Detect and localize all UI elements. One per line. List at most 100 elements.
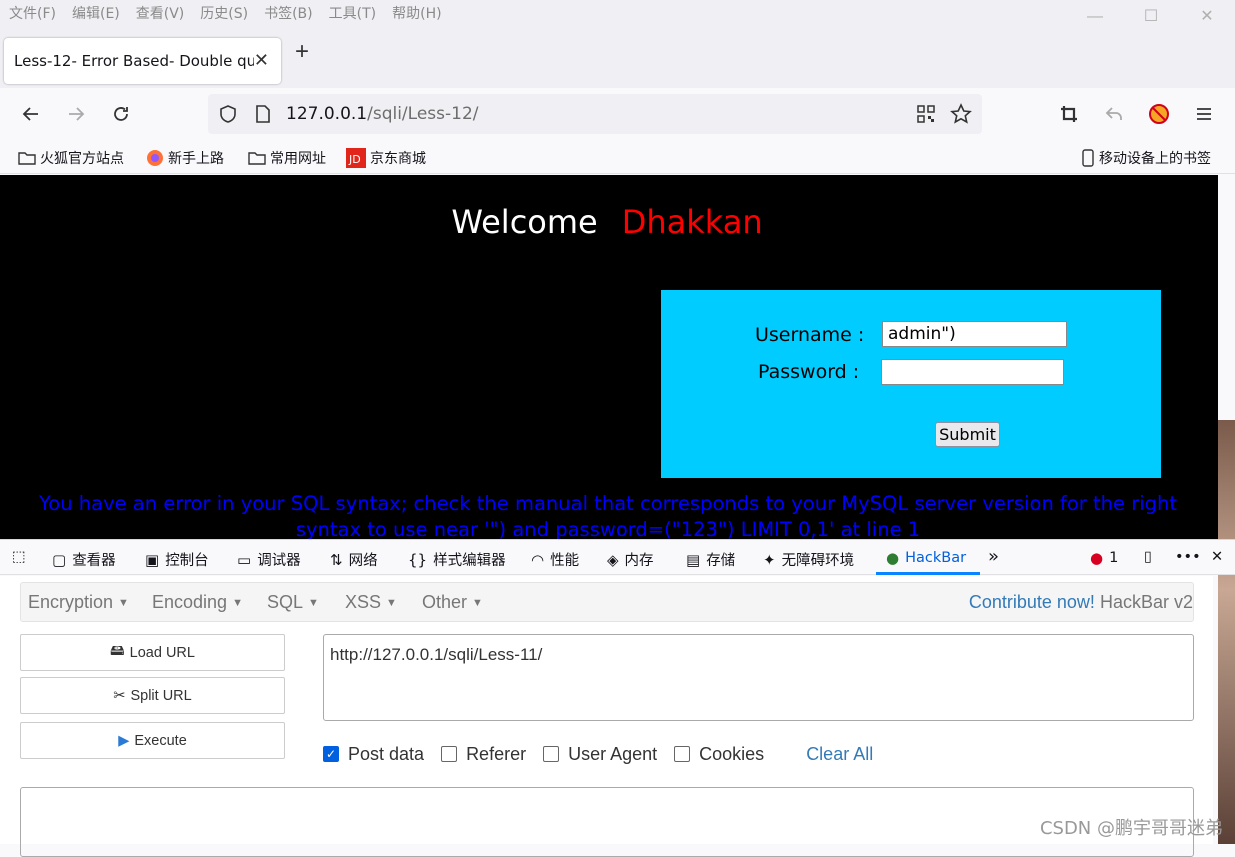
username-input[interactable]: admin") <box>882 321 1067 347</box>
tab-network[interactable]: ⇅ 网络 <box>330 549 378 570</box>
hackbar-panel: Encryption ▼ Encoding ▼ SQL ▼ XSS ▼ Other ▼ C… <box>0 576 1213 857</box>
menu-history[interactable]: 历史(S) <box>200 3 248 23</box>
folder-icon <box>18 152 36 165</box>
checkbox-checked-icon: ✓ <box>323 746 339 762</box>
login-form: Username : admin") Password : Submit <box>661 290 1161 478</box>
tab-accessibility[interactable]: ✦ 无障碍环境 <box>763 549 854 570</box>
tab-memory[interactable]: ◈ 内存 <box>607 549 654 570</box>
new-tab-button[interactable]: + <box>295 40 309 64</box>
hackbar-menu: Encryption ▼ Encoding ▼ SQL ▼ XSS ▼ Other ▼ C… <box>20 582 1194 622</box>
execute-button[interactable]: ▶ Execute <box>20 722 285 759</box>
caret-down-icon: ▼ <box>308 597 319 610</box>
hackbar-icon: ● <box>886 549 900 567</box>
url-host: 127.0.0.1 <box>286 104 368 124</box>
bookmark-item[interactable]: JD 京东商城 <box>346 148 426 168</box>
load-url-button[interactable]: 🖴 Load URL <box>20 634 285 671</box>
folder-icon <box>248 152 266 165</box>
error-count[interactable]: ● 1 <box>1090 549 1118 567</box>
post-data-textarea[interactable] <box>20 787 1194 857</box>
back-icon[interactable] <box>18 101 44 127</box>
caret-down-icon: ▼ <box>386 597 397 610</box>
user-agent-checkbox[interactable]: User Agent <box>543 744 657 765</box>
menu-view[interactable]: 查看(V) <box>136 3 185 23</box>
firefox-icon <box>147 150 163 166</box>
background-photo-edge <box>1218 420 1235 844</box>
overflow-chevrons-icon[interactable]: » <box>988 546 999 567</box>
tab-debugger[interactable]: ▭ 调试器 <box>237 549 301 570</box>
contribute-link[interactable]: Contribute now! <box>969 592 1095 612</box>
menu-help[interactable]: 帮助(H) <box>392 3 441 23</box>
submit-button[interactable]: Submit <box>935 422 1000 447</box>
tab-close-icon[interactable]: ✕ <box>254 50 269 71</box>
undo-icon[interactable] <box>1101 101 1127 127</box>
password-label: Password : <box>758 361 860 383</box>
debugger-icon: ▭ <box>237 550 252 569</box>
picker-icon[interactable]: ⬚ <box>12 549 26 565</box>
tab-style-editor[interactable]: {} 样式编辑器 <box>408 549 506 570</box>
referer-checkbox[interactable]: Referer <box>441 744 526 765</box>
error-icon: ● <box>1090 549 1104 567</box>
tab-bar: Less-12- Error Based- Double quotes ✕ <box>0 26 1235 88</box>
menu-bookmarks[interactable]: 书签(B) <box>264 3 313 23</box>
nav-bar: 127.0.0.1/sqli/Less-12/ <box>0 88 1235 140</box>
extension-blocked-icon[interactable] <box>1146 101 1172 127</box>
caret-down-icon: ▼ <box>118 597 129 610</box>
forward-icon[interactable] <box>63 101 89 127</box>
close-devtools-icon[interactable]: ✕ <box>1211 549 1223 565</box>
checkbox-icon <box>674 746 691 762</box>
cookies-checkbox[interactable]: Cookies <box>674 744 764 765</box>
menu-xss[interactable]: XSS ▼ <box>345 592 397 613</box>
star-icon[interactable] <box>950 103 972 130</box>
menu-tools[interactable]: 工具(T) <box>329 3 376 23</box>
tab-active[interactable]: Less-12- Error Based- Double quotes ✕ <box>4 38 281 84</box>
accessibility-icon: ✦ <box>763 550 776 569</box>
crop-icon[interactable] <box>1056 101 1082 127</box>
scissors-icon: ✂ <box>113 687 126 704</box>
tab-storage[interactable]: ▤ 存储 <box>686 549 735 570</box>
caret-down-icon: ▼ <box>232 597 243 610</box>
sql-error-message: You have an error in your SQL syntax; ch… <box>38 492 1178 539</box>
inspector-icon: ▢ <box>52 550 67 569</box>
url-bar[interactable]: 127.0.0.1/sqli/Less-12/ <box>208 94 982 134</box>
split-url-button[interactable]: ✂ Split URL <box>20 677 285 714</box>
menu-encryption[interactable]: Encryption ▼ <box>28 592 129 613</box>
web-page: Welcome Dhakkan Username : admin") Passwo… <box>0 175 1218 539</box>
menu-sql[interactable]: SQL ▼ <box>267 592 319 613</box>
hackbar-options: ✓ Post data Referer User Agent Cookies Cl… <box>323 742 873 766</box>
qr-code-icon[interactable] <box>916 104 936 129</box>
reload-icon[interactable] <box>108 101 134 127</box>
mobile-icon <box>1082 149 1094 167</box>
tab-title: Less-12- Error Based- Double quotes <box>14 52 254 70</box>
clear-all-link[interactable]: Clear All <box>806 744 873 765</box>
menu-other[interactable]: Other ▼ <box>422 592 483 613</box>
tab-performance[interactable]: ◠ 性能 <box>531 549 579 570</box>
gauge-icon: ◠ <box>531 550 545 569</box>
welcome-text: Welcome <box>451 203 598 241</box>
bookmark-item[interactable]: 常用网址 <box>248 148 326 168</box>
jd-icon: JD <box>346 148 366 168</box>
menu-encoding[interactable]: Encoding ▼ <box>152 592 243 613</box>
shield-icon[interactable] <box>218 104 238 129</box>
hamburger-menu-icon[interactable] <box>1191 101 1217 127</box>
devtools-toolbar: ⬚ ▢ 查看器 ▣ 控制台 ▭ 调试器 ⇅ 网络 {} 样式编辑器 ◠ 性能 ◈ 内存 ▤ 存储… <box>0 539 1235 575</box>
welcome-heading: Welcome Dhakkan <box>0 203 1214 241</box>
tab-inspector[interactable]: ▢ 查看器 <box>52 549 116 570</box>
checkbox-icon <box>543 746 560 762</box>
dock-icon[interactable]: ▯ <box>1144 549 1152 565</box>
tab-console[interactable]: ▣ 控制台 <box>145 549 209 570</box>
page-icon[interactable] <box>254 104 272 129</box>
password-input[interactable] <box>881 359 1064 385</box>
menu-file[interactable]: 文件(F) <box>9 3 56 23</box>
watermark: CSDN @鹏宇哥哥迷弟 <box>1039 818 1223 839</box>
url-textarea[interactable]: http://127.0.0.1/sqli/Less-11/ <box>323 634 1194 721</box>
more-options-icon[interactable]: ••• <box>1175 549 1201 565</box>
play-icon: ▶ <box>118 732 130 749</box>
mobile-bookmarks[interactable]: 移动设备上的书签 <box>1081 148 1211 168</box>
load-icon: 🖴 <box>110 643 125 659</box>
post-data-checkbox[interactable]: ✓ Post data <box>323 744 424 765</box>
bookmark-item[interactable]: 新手上路 <box>146 148 224 168</box>
welcome-name: Dhakkan <box>621 203 763 241</box>
bookmark-item[interactable]: 火狐官方站点 <box>18 148 124 168</box>
tab-hackbar[interactable]: ● HackBar <box>886 549 966 567</box>
menu-edit[interactable]: 编辑(E) <box>72 3 120 23</box>
